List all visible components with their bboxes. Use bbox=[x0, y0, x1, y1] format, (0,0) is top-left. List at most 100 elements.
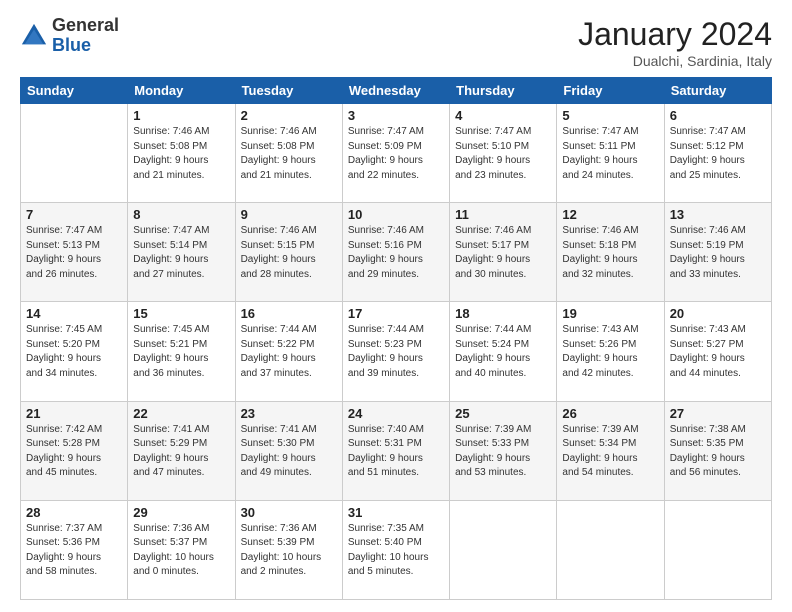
sunrise-text: Sunrise: 7:44 AM bbox=[455, 324, 531, 335]
cell-info: Sunrise: 7:36 AMSunset: 5:39 PMDaylight:… bbox=[241, 522, 337, 580]
day-number: 2 bbox=[241, 108, 337, 123]
daylight-text: Daylight: 9 hours bbox=[455, 254, 530, 265]
page: General Blue January 2024 Dualchi, Sardi… bbox=[0, 0, 792, 612]
table-row: 9Sunrise: 7:46 AMSunset: 5:15 PMDaylight… bbox=[235, 203, 342, 302]
sunset-text: Sunset: 5:29 PM bbox=[133, 438, 207, 449]
sunset-text: Sunset: 5:13 PM bbox=[26, 240, 100, 251]
daylight-text: Daylight: 9 hours bbox=[133, 453, 208, 464]
daylight-text-2: and 29 minutes. bbox=[348, 269, 419, 280]
cell-info: Sunrise: 7:44 AMSunset: 5:24 PMDaylight:… bbox=[455, 323, 551, 381]
sunrise-text: Sunrise: 7:41 AM bbox=[133, 424, 209, 435]
sunset-text: Sunset: 5:28 PM bbox=[26, 438, 100, 449]
cell-info: Sunrise: 7:44 AMSunset: 5:23 PMDaylight:… bbox=[348, 323, 444, 381]
cell-info: Sunrise: 7:42 AMSunset: 5:28 PMDaylight:… bbox=[26, 423, 122, 481]
day-number: 31 bbox=[348, 505, 444, 520]
cell-info: Sunrise: 7:47 AMSunset: 5:13 PMDaylight:… bbox=[26, 224, 122, 282]
daylight-text-2: and 28 minutes. bbox=[241, 269, 312, 280]
daylight-text-2: and 58 minutes. bbox=[26, 566, 97, 577]
sunset-text: Sunset: 5:08 PM bbox=[241, 141, 315, 152]
table-row bbox=[21, 104, 128, 203]
sunset-text: Sunset: 5:36 PM bbox=[26, 537, 100, 548]
sunset-text: Sunset: 5:23 PM bbox=[348, 339, 422, 350]
sunrise-text: Sunrise: 7:44 AM bbox=[348, 324, 424, 335]
col-thursday: Thursday bbox=[450, 78, 557, 104]
sunrise-text: Sunrise: 7:46 AM bbox=[562, 225, 638, 236]
day-number: 8 bbox=[133, 207, 229, 222]
sunrise-text: Sunrise: 7:47 AM bbox=[455, 126, 531, 137]
day-number: 25 bbox=[455, 406, 551, 421]
month-title: January 2024 bbox=[578, 16, 772, 53]
table-row: 1Sunrise: 7:46 AMSunset: 5:08 PMDaylight… bbox=[128, 104, 235, 203]
table-row: 15Sunrise: 7:45 AMSunset: 5:21 PMDayligh… bbox=[128, 302, 235, 401]
table-row: 17Sunrise: 7:44 AMSunset: 5:23 PMDayligh… bbox=[342, 302, 449, 401]
cell-info: Sunrise: 7:45 AMSunset: 5:20 PMDaylight:… bbox=[26, 323, 122, 381]
day-number: 21 bbox=[26, 406, 122, 421]
title-block: January 2024 Dualchi, Sardinia, Italy bbox=[578, 16, 772, 69]
day-number: 1 bbox=[133, 108, 229, 123]
table-row: 4Sunrise: 7:47 AMSunset: 5:10 PMDaylight… bbox=[450, 104, 557, 203]
day-number: 17 bbox=[348, 306, 444, 321]
daylight-text-2: and 27 minutes. bbox=[133, 269, 204, 280]
daylight-text-2: and 44 minutes. bbox=[670, 368, 741, 379]
cell-info: Sunrise: 7:43 AMSunset: 5:26 PMDaylight:… bbox=[562, 323, 658, 381]
sunset-text: Sunset: 5:31 PM bbox=[348, 438, 422, 449]
sunset-text: Sunset: 5:27 PM bbox=[670, 339, 744, 350]
cell-info: Sunrise: 7:44 AMSunset: 5:22 PMDaylight:… bbox=[241, 323, 337, 381]
table-row: 8 Sunrise: 7:47 AMSunset: 5:14 PMDaylight… bbox=[128, 203, 235, 302]
sunset-text: Sunset: 5:10 PM bbox=[455, 141, 529, 152]
day-number: 22 bbox=[133, 406, 229, 421]
daylight-text: Daylight: 9 hours bbox=[348, 453, 423, 464]
cell-info: Sunrise: 7:47 AMSunset: 5:11 PMDaylight:… bbox=[562, 125, 658, 183]
table-row: 27 Sunrise: 7:38 AM Sunset: 5:35 PM Dayligh… bbox=[664, 401, 771, 500]
sunset-text: Sunset: 5:35 PM bbox=[670, 438, 744, 449]
daylight-text-2: and 54 minutes. bbox=[562, 467, 633, 478]
day-number: 20 bbox=[670, 306, 766, 321]
col-sunday: Sunday bbox=[21, 78, 128, 104]
day-number: 23 bbox=[241, 406, 337, 421]
sunrise-text: Sunrise: 7:46 AM bbox=[455, 225, 531, 236]
cell-info: Sunrise: 7:37 AMSunset: 5:36 PMDaylight:… bbox=[26, 522, 122, 580]
cell-info: Sunrise: 7:47 AMSunset: 5:14 PMDaylight:… bbox=[133, 224, 229, 282]
daylight-text: Daylight: 9 hours bbox=[670, 453, 745, 464]
sunrise-text: Sunrise: 7:36 AM bbox=[133, 523, 209, 534]
cell-info: Sunrise: 7:47 AMSunset: 5:09 PMDaylight:… bbox=[348, 125, 444, 183]
sunrise-text: Sunrise: 7:46 AM bbox=[348, 225, 424, 236]
sunrise-text: Sunrise: 7:41 AM bbox=[241, 424, 317, 435]
sunset-text: Sunset: 5:15 PM bbox=[241, 240, 315, 251]
table-row: 31Sunrise: 7:35 AMSunset: 5:40 PMDayligh… bbox=[342, 500, 449, 599]
table-row: 22 Sunrise: 7:41 AM Sunset: 5:29 PM Dayligh… bbox=[128, 401, 235, 500]
cell-info: Sunrise: 7:46 AMSunset: 5:18 PMDaylight:… bbox=[562, 224, 658, 282]
calendar-week-row: 21 Sunrise: 7:42 AMSunset: 5:28 PMDayligh… bbox=[21, 401, 772, 500]
cell-info: Sunrise: 7:46 AMSunset: 5:19 PMDaylight:… bbox=[670, 224, 766, 282]
day-number: 26 bbox=[562, 406, 658, 421]
sunrise-text: Sunrise: 7:36 AM bbox=[241, 523, 317, 534]
day-number: 6 bbox=[670, 108, 766, 123]
table-row: 28Sunrise: 7:37 AMSunset: 5:36 PMDayligh… bbox=[21, 500, 128, 599]
daylight-text-2: and 47 minutes. bbox=[133, 467, 204, 478]
cell-info: Sunrise: 7:46 AMSunset: 5:17 PMDaylight:… bbox=[455, 224, 551, 282]
sunrise-text: Sunrise: 7:46 AM bbox=[241, 126, 317, 137]
day-number: 27 bbox=[670, 406, 766, 421]
daylight-text-2: and 26 minutes. bbox=[26, 269, 97, 280]
daylight-text: Daylight: 9 hours bbox=[26, 552, 101, 563]
cell-info: Sunrise: 7:46 AMSunset: 5:15 PMDaylight:… bbox=[241, 224, 337, 282]
table-row bbox=[450, 500, 557, 599]
col-saturday: Saturday bbox=[664, 78, 771, 104]
daylight-text: Daylight: 9 hours bbox=[133, 353, 208, 364]
sunset-text: Sunset: 5:18 PM bbox=[562, 240, 636, 251]
daylight-text: Daylight: 9 hours bbox=[241, 353, 316, 364]
sunrise-text: Sunrise: 7:38 AM bbox=[670, 424, 746, 435]
cell-info: Sunrise: 7:39 AMSunset: 5:33 PMDaylight:… bbox=[455, 423, 551, 481]
sunrise-text: Sunrise: 7:46 AM bbox=[133, 126, 209, 137]
sunrise-text: Sunrise: 7:44 AM bbox=[241, 324, 317, 335]
logo-general-text: General bbox=[52, 16, 119, 36]
day-number: 19 bbox=[562, 306, 658, 321]
day-number: 13 bbox=[670, 207, 766, 222]
cell-info: Sunrise: 7:36 AMSunset: 5:37 PMDaylight:… bbox=[133, 522, 229, 580]
col-friday: Friday bbox=[557, 78, 664, 104]
daylight-text-2: and 40 minutes. bbox=[455, 368, 526, 379]
cell-info: Sunrise: 7:47 AMSunset: 5:12 PMDaylight:… bbox=[670, 125, 766, 183]
table-row bbox=[557, 500, 664, 599]
daylight-text-2: and 33 minutes. bbox=[670, 269, 741, 280]
logo-text: General Blue bbox=[52, 16, 119, 56]
